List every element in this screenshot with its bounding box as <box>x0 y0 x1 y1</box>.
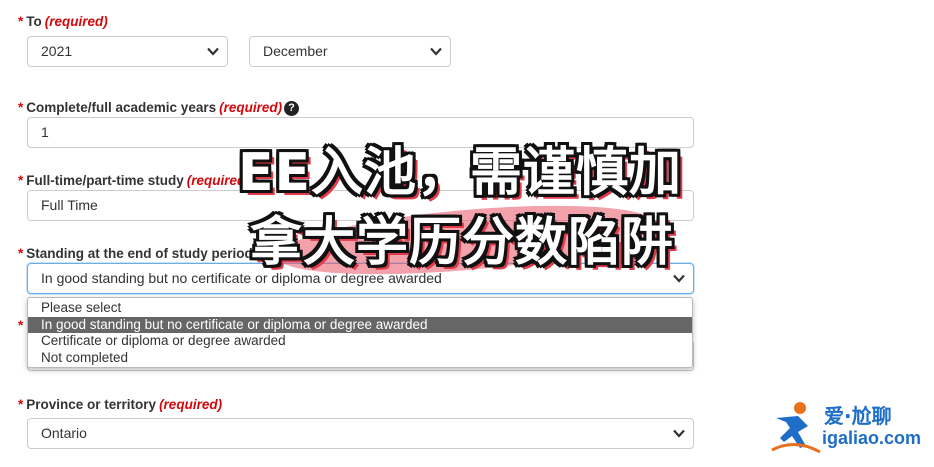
study-type-value: Full Time <box>41 197 98 213</box>
runner-logo-icon <box>771 402 821 454</box>
dropdown-option[interactable]: Not completed <box>28 350 692 367</box>
required-note: (required) <box>219 100 283 115</box>
required-note: (required) <box>44 14 108 29</box>
to-label-text: To <box>26 14 42 29</box>
chevron-down-icon <box>673 274 685 283</box>
watermark-logo: 爱·尬聊 igaliao.com <box>768 398 928 460</box>
chevron-down-icon <box>207 47 219 56</box>
academic-years-value: 1 <box>41 124 49 140</box>
province-label: * Province or territory (required) <box>18 397 222 412</box>
to-year-select[interactable]: 2021 <box>27 36 228 67</box>
province-label-text: Province or territory <box>26 397 157 412</box>
required-asterisk: * <box>18 14 24 29</box>
required-asterisk: * <box>18 246 24 261</box>
academic-years-label-text: Complete/full academic years <box>26 100 217 115</box>
to-month-value: December <box>263 43 328 59</box>
required-asterisk: * <box>18 318 24 333</box>
watermark-bottom-text: igaliao.com <box>822 428 922 448</box>
study-type-select[interactable]: Full Time <box>27 190 694 221</box>
dropdown-option[interactable]: Certificate or diploma or degree awarded <box>28 333 692 350</box>
required-asterisk: * <box>18 397 24 412</box>
academic-years-input[interactable]: 1 <box>27 117 694 148</box>
study-type-label: * Full-time/part-time study (required <box>18 173 245 188</box>
hidden-field-label: * <box>18 318 26 333</box>
question-circle-icon[interactable]: ? <box>284 101 299 116</box>
to-month-select[interactable]: December <box>249 36 451 67</box>
standing-label: * Standing at the end of study period <box>18 246 253 261</box>
dropdown-option-selected[interactable]: In good standing but no certificate or d… <box>28 316 692 333</box>
required-note: (required) <box>159 397 223 412</box>
chevron-down-icon <box>430 47 442 56</box>
standing-select[interactable]: In good standing but no certificate or d… <box>27 263 694 294</box>
to-label: * To (required) <box>18 14 108 29</box>
academic-years-label: * Complete/full academic years (required) <box>18 100 282 115</box>
help-glyph: ? <box>288 102 295 114</box>
standing-label-text: Standing at the end of study period <box>26 246 253 261</box>
province-value: Ontario <box>41 425 87 441</box>
required-asterisk: * <box>18 100 24 115</box>
to-year-value: 2021 <box>41 43 73 59</box>
watermark-top-text: 爱·尬聊 <box>824 404 892 428</box>
dropdown-option[interactable]: Please select <box>28 300 692 317</box>
standing-dropdown-list: Please select In good standing but no ce… <box>27 297 693 368</box>
required-note: (required <box>186 173 246 188</box>
chevron-down-icon <box>673 429 685 438</box>
province-select[interactable]: Ontario <box>27 418 694 449</box>
standing-value: In good standing but no certificate or d… <box>41 270 442 286</box>
required-asterisk: * <box>18 173 24 188</box>
study-type-label-text: Full-time/part-time study <box>26 173 184 188</box>
